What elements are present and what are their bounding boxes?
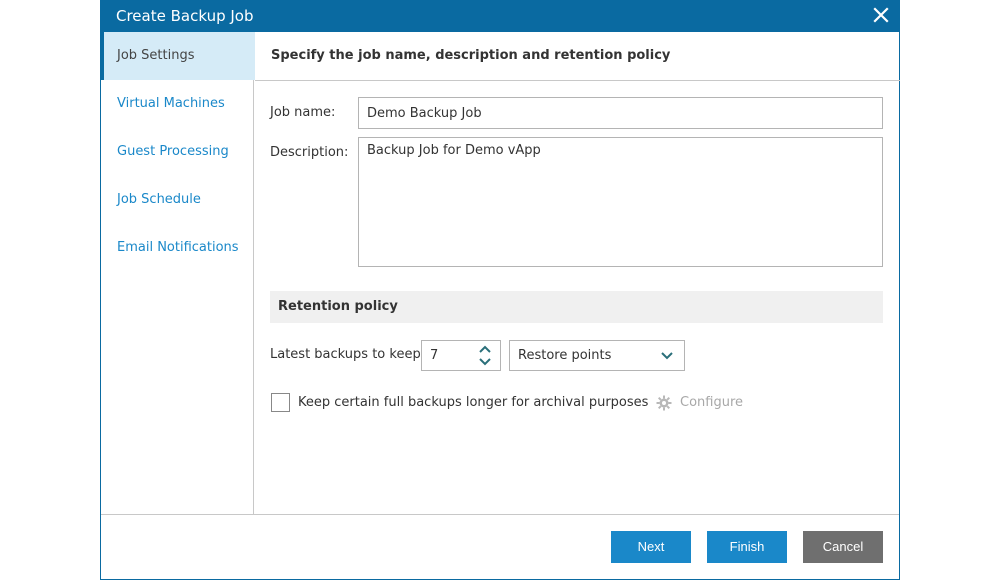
latest-backups-value[interactable]: 7: [430, 348, 438, 363]
sidebar-item-job-settings[interactable]: Job Settings: [101, 32, 255, 80]
sidebar-item-virtual-machines[interactable]: Virtual Machines: [101, 80, 254, 128]
sidebar-item-label: Job Settings: [117, 48, 195, 63]
description-label: Description:: [270, 145, 349, 160]
sidebar-item-label: Virtual Machines: [117, 96, 225, 111]
archival-checkbox-label[interactable]: Keep certain full backups longer for arc…: [298, 395, 648, 410]
sidebar-item-email-notifications[interactable]: Email Notifications: [101, 224, 254, 272]
description-textarea[interactable]: Backup Job for Demo vApp: [358, 137, 883, 267]
gear-icon: [656, 395, 672, 411]
sidebar-item-label: Job Schedule: [117, 192, 201, 207]
sidebar-item-label: Email Notifications: [117, 240, 239, 255]
retention-unit-value: Restore points: [518, 348, 612, 363]
latest-backups-label: Latest backups to keep:: [270, 347, 426, 362]
dialog-titlebar: Create Backup Job: [100, 0, 900, 32]
cancel-button[interactable]: Cancel: [803, 531, 883, 563]
archival-checkbox[interactable]: [271, 393, 290, 412]
chevron-down-icon: [660, 350, 674, 362]
sidebar-item-guest-processing[interactable]: Guest Processing: [101, 128, 254, 176]
job-name-input[interactable]: [358, 97, 883, 129]
finish-button[interactable]: Finish: [707, 531, 787, 563]
latest-backups-stepper[interactable]: 7: [421, 340, 501, 371]
create-backup-job-dialog: Create Backup Job Job Settings Virtual M…: [100, 0, 900, 580]
close-icon[interactable]: [872, 6, 890, 24]
retention-policy-title: Retention policy: [278, 299, 398, 314]
job-name-label: Job name:: [270, 105, 336, 120]
chevron-up-icon[interactable]: [478, 343, 492, 355]
chevron-down-icon[interactable]: [478, 356, 492, 368]
configure-label: Configure: [680, 395, 744, 410]
step-header-text: Specify the job name, description and re…: [271, 48, 671, 63]
next-button[interactable]: Next: [611, 531, 691, 563]
retention-unit-select[interactable]: Restore points: [509, 340, 685, 371]
sidebar-item-label: Guest Processing: [117, 144, 229, 159]
retention-policy-section: Retention policy: [270, 291, 883, 323]
sidebar-item-job-schedule[interactable]: Job Schedule: [101, 176, 254, 224]
wizard-steps-sidebar: Job Settings Virtual Machines Guest Proc…: [101, 32, 255, 514]
dialog-title: Create Backup Job: [116, 7, 254, 25]
step-header: Specify the job name, description and re…: [255, 32, 900, 81]
